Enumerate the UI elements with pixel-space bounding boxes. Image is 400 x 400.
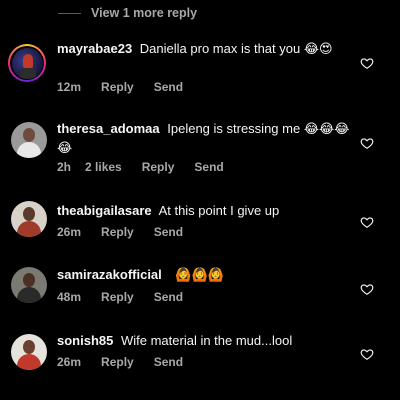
- heart-icon[interactable]: [360, 215, 374, 229]
- heart-icon[interactable]: [360, 136, 374, 150]
- avatar[interactable]: [11, 267, 47, 303]
- view-more-replies-label: View 1 more reply: [91, 6, 198, 20]
- view-more-replies[interactable]: View 1 more reply: [58, 4, 197, 22]
- send-button[interactable]: Send: [154, 290, 183, 304]
- reply-button[interactable]: Reply: [101, 225, 134, 239]
- comment-meta: 26m Reply Send: [57, 355, 203, 369]
- comment-body: samirazakofficial 🙆🙆🙆: [57, 266, 357, 285]
- comment-body: mayrabae23 Daniella pro max is that you …: [57, 40, 357, 59]
- comment-body: theresa_adomaa Ipeleng is stressing me 😂…: [57, 120, 357, 158]
- comment-emojis: 🙆🙆🙆: [175, 268, 224, 283]
- comment-meta: 12m Reply Send: [57, 80, 203, 94]
- avatar[interactable]: [11, 334, 47, 370]
- avatar[interactable]: [11, 201, 47, 237]
- comment-time: 26m: [57, 355, 82, 369]
- comment-body: theabigailasare At this point I give up: [57, 202, 357, 220]
- heart-icon[interactable]: [360, 282, 374, 296]
- heart-icon[interactable]: [360, 347, 374, 361]
- comment-text: Ipeleng is stressing me: [167, 121, 301, 136]
- comment-time: 12m: [57, 80, 82, 94]
- reply-button[interactable]: Reply: [101, 290, 134, 304]
- send-button[interactable]: Send: [154, 225, 183, 239]
- comment-text: At this point I give up: [158, 203, 280, 218]
- comment-time: 48m: [57, 290, 82, 304]
- comment-meta: 2h 2 likes Reply Send: [57, 160, 244, 174]
- reply-thread-line: [58, 12, 81, 14]
- heart-icon[interactable]: [360, 56, 374, 70]
- reply-button[interactable]: Reply: [101, 355, 134, 369]
- reply-button[interactable]: Reply: [142, 160, 175, 174]
- comment-username[interactable]: mayrabae23: [57, 41, 132, 56]
- comment-time: 2h: [57, 160, 72, 174]
- comment-likes[interactable]: 2 likes: [85, 160, 122, 174]
- send-button[interactable]: Send: [154, 80, 183, 94]
- comment-username[interactable]: samirazakofficial: [57, 267, 162, 282]
- comment-username[interactable]: theabigailasare: [57, 203, 152, 218]
- send-button[interactable]: Send: [154, 355, 183, 369]
- reply-button[interactable]: Reply: [101, 80, 134, 94]
- comment-text: Wife material in the mud...lool: [120, 333, 293, 348]
- comment-emojis: 😂😍: [303, 42, 333, 57]
- comment-username[interactable]: sonish85: [57, 333, 113, 348]
- comment-meta: 26m Reply Send: [57, 225, 203, 239]
- comment-body: sonish85 Wife material in the mud...lool: [57, 332, 357, 350]
- comment-meta: 48m Reply Send: [57, 290, 203, 304]
- comment-text: Daniella pro max is that you: [139, 41, 301, 56]
- comment-time: 26m: [57, 225, 82, 239]
- comment-username[interactable]: theresa_adomaa: [57, 121, 160, 136]
- avatar[interactable]: [8, 44, 46, 82]
- avatar[interactable]: [11, 122, 47, 158]
- send-button[interactable]: Send: [194, 160, 223, 174]
